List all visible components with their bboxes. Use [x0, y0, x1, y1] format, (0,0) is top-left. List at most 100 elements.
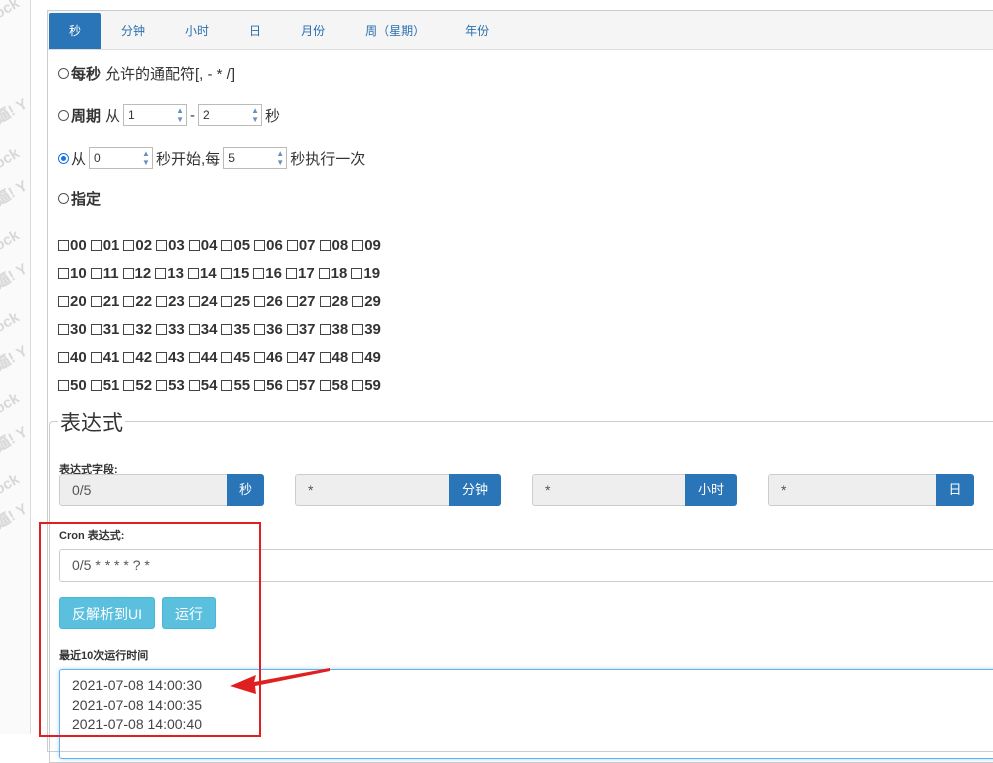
second-checkbox-item[interactable]: 43: [156, 349, 185, 366]
second-checkbox-item[interactable]: 50: [58, 377, 87, 394]
second-checkbox-item[interactable]: 17: [285, 265, 315, 282]
field-day-input[interactable]: *: [768, 474, 936, 506]
second-checkbox-item[interactable]: 30: [58, 321, 87, 338]
checkbox[interactable]: [90, 267, 102, 279]
second-checkbox-item[interactable]: 28: [319, 293, 348, 310]
checkbox[interactable]: [318, 267, 330, 279]
checkbox[interactable]: [58, 379, 69, 391]
second-checkbox-item[interactable]: 31: [90, 321, 119, 338]
second-checkbox-item[interactable]: 02: [123, 237, 152, 254]
second-checkbox-item[interactable]: 39: [352, 321, 381, 338]
second-checkbox-item[interactable]: 53: [156, 377, 185, 394]
second-checkbox-item[interactable]: 04: [188, 237, 217, 254]
second-checkbox-item[interactable]: 19: [351, 265, 380, 282]
checkbox[interactable]: [58, 323, 69, 335]
second-checkbox-item[interactable]: 52: [123, 377, 152, 394]
second-checkbox-item[interactable]: 27: [286, 293, 316, 310]
checkbox[interactable]: [221, 351, 233, 363]
checkbox[interactable]: [122, 267, 134, 279]
field-second-input[interactable]: 0/5: [59, 474, 227, 506]
tab-second[interactable]: 秒: [49, 13, 102, 49]
checkbox[interactable]: [352, 295, 364, 307]
second-checkbox-item[interactable]: 01: [90, 237, 119, 254]
radio-start-from[interactable]: [58, 152, 69, 164]
checkbox[interactable]: [319, 323, 331, 335]
checkbox[interactable]: [188, 379, 200, 391]
second-checkbox-item[interactable]: 42: [123, 349, 152, 366]
checkbox[interactable]: [319, 239, 331, 251]
checkbox[interactable]: [123, 323, 135, 335]
second-checkbox-item[interactable]: 21: [90, 293, 119, 310]
checkbox[interactable]: [319, 295, 331, 307]
checkbox[interactable]: [286, 351, 298, 363]
step-spinner[interactable]: 5 ▲ ▼: [223, 147, 288, 169]
checkbox[interactable]: [352, 323, 364, 335]
checkbox[interactable]: [90, 239, 102, 251]
cycle-to-spinner[interactable]: 2 ▲ ▼: [198, 104, 263, 126]
checkbox[interactable]: [123, 295, 135, 307]
tab-hour[interactable]: 小时: [165, 13, 229, 49]
checkbox[interactable]: [58, 351, 69, 363]
checkbox[interactable]: [58, 239, 69, 251]
cycle-from-spinner[interactable]: 1 ▲ ▼: [123, 104, 188, 126]
second-checkbox-item[interactable]: 06: [254, 237, 283, 254]
checkbox[interactable]: [286, 295, 298, 307]
second-checkbox-item[interactable]: 59: [352, 377, 381, 394]
checkbox[interactable]: [254, 239, 266, 251]
second-checkbox-item[interactable]: 18: [318, 265, 347, 282]
second-checkbox-item[interactable]: 05: [221, 237, 250, 254]
second-checkbox-item[interactable]: 34: [188, 321, 217, 338]
second-checkbox-item[interactable]: 00: [58, 237, 87, 254]
second-checkbox-item[interactable]: 44: [188, 349, 217, 366]
second-checkbox-item[interactable]: 16: [253, 265, 282, 282]
second-checkbox-item[interactable]: 41: [90, 349, 119, 366]
second-checkbox-item[interactable]: 37: [286, 321, 316, 338]
checkbox[interactable]: [220, 267, 232, 279]
checkbox[interactable]: [156, 323, 168, 335]
second-checkbox-item[interactable]: 23: [156, 293, 185, 310]
tab-day[interactable]: 日: [229, 13, 281, 49]
checkbox[interactable]: [188, 351, 200, 363]
second-checkbox-item[interactable]: 15: [220, 265, 249, 282]
second-checkbox-item[interactable]: 54: [188, 377, 217, 394]
checkbox[interactable]: [254, 351, 266, 363]
checkbox[interactable]: [90, 295, 102, 307]
second-checkbox-item[interactable]: 32: [123, 321, 152, 338]
second-checkbox-item[interactable]: 47: [286, 349, 316, 366]
second-checkbox-item[interactable]: 07: [286, 237, 316, 254]
checkbox[interactable]: [123, 351, 135, 363]
checkbox[interactable]: [286, 239, 298, 251]
checkbox[interactable]: [319, 379, 331, 391]
second-checkbox-item[interactable]: 35: [221, 321, 250, 338]
second-checkbox-item[interactable]: 56: [254, 377, 283, 394]
second-checkbox-item[interactable]: 09: [352, 237, 381, 254]
second-checkbox-item[interactable]: 51: [90, 377, 119, 394]
tab-year[interactable]: 年份: [445, 13, 509, 49]
tab-month[interactable]: 月份: [281, 13, 345, 49]
second-checkbox-item[interactable]: 11: [90, 265, 119, 282]
tab-minute[interactable]: 分钟: [101, 13, 165, 49]
second-checkbox-item[interactable]: 25: [221, 293, 250, 310]
second-checkbox-item[interactable]: 38: [319, 321, 348, 338]
checkbox[interactable]: [187, 267, 199, 279]
second-checkbox-item[interactable]: 12: [122, 265, 151, 282]
second-checkbox-item[interactable]: 46: [254, 349, 283, 366]
checkbox[interactable]: [253, 267, 265, 279]
second-checkbox-item[interactable]: 24: [188, 293, 217, 310]
checkbox[interactable]: [286, 323, 298, 335]
second-checkbox-item[interactable]: 03: [156, 237, 185, 254]
second-checkbox-item[interactable]: 57: [286, 377, 316, 394]
field-hour-input[interactable]: *: [532, 474, 685, 506]
radio-every-second[interactable]: [58, 68, 69, 79]
checkbox[interactable]: [352, 351, 364, 363]
start-spinner[interactable]: 0 ▲ ▼: [89, 147, 154, 169]
second-checkbox-item[interactable]: 48: [319, 349, 348, 366]
checkbox[interactable]: [221, 379, 233, 391]
second-checkbox-item[interactable]: 36: [254, 321, 283, 338]
spinner-arrows-icon[interactable]: ▲ ▼: [174, 105, 186, 125]
second-checkbox-item[interactable]: 20: [58, 293, 87, 310]
second-checkbox-item[interactable]: 14: [187, 265, 217, 282]
checkbox[interactable]: [188, 239, 200, 251]
checkbox[interactable]: [188, 295, 200, 307]
checkbox[interactable]: [155, 267, 167, 279]
